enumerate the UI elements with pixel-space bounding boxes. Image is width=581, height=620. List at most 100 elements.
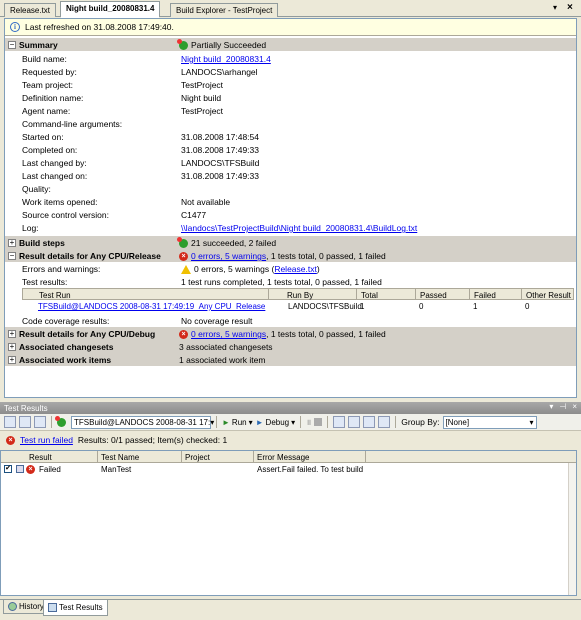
info-icon: i xyxy=(10,22,20,32)
column-header-result[interactable]: Result xyxy=(29,453,52,462)
field-value: 1 test runs completed, 1 tests total, 0 … xyxy=(181,277,382,287)
field-value: TestProject xyxy=(181,106,224,116)
expand-icon[interactable]: + xyxy=(8,239,16,247)
field-label: Last changed on: xyxy=(22,171,88,181)
release-errors-link[interactable]: 0 errors, 5 warnings xyxy=(191,251,266,261)
refresh-text: Last refreshed on 31.08.2008 17:49:40. xyxy=(25,22,174,32)
partial-success-icon xyxy=(177,38,188,50)
work-items-section-header[interactable]: + Associated work items 1 associated wor… xyxy=(5,353,576,366)
row-checkbox[interactable]: ✔ xyxy=(4,465,12,473)
vertical-scrollbar[interactable] xyxy=(568,463,576,595)
field-value: 31.08.2008 17:49:33 xyxy=(181,171,259,181)
test-results-icon xyxy=(48,603,57,612)
pause-icon[interactable]: ॥ xyxy=(306,417,311,428)
close-icon[interactable]: × xyxy=(572,402,577,411)
chevron-down-icon[interactable]: ▾ xyxy=(210,418,214,427)
column-header-total[interactable]: Total xyxy=(361,291,378,300)
test-type-icon xyxy=(16,465,24,473)
work-items-value: 1 associated work item xyxy=(179,355,266,365)
column-header-error-message[interactable]: Error Message xyxy=(257,453,309,462)
column-header-project[interactable]: Project xyxy=(185,453,210,462)
window-icon[interactable] xyxy=(34,416,46,428)
tab-label: History xyxy=(19,602,44,611)
errors-close: ) xyxy=(316,264,320,274)
release-results-section-header[interactable]: − Result details for Any CPU/Release × 0… xyxy=(5,249,576,262)
tab-label: Release.txt xyxy=(10,6,51,15)
field-label: Build name: xyxy=(22,54,67,64)
stop-icon[interactable] xyxy=(314,418,323,426)
tab-test-results[interactable]: Test Results xyxy=(43,600,108,616)
expand-icon[interactable]: + xyxy=(8,330,16,338)
collapse-icon[interactable]: − xyxy=(8,41,16,49)
test-result-row[interactable]: ✔ × Failed ManTest Assert.Fail failed. T… xyxy=(1,463,576,475)
release-txt-link[interactable]: Release.txt xyxy=(274,264,317,274)
tab-night-build[interactable]: Night build_20080831.4 xyxy=(60,1,161,18)
chevron-down-icon[interactable]: ▾ xyxy=(530,418,534,427)
debug-results-summary: × 0 errors, 5 warnings, 1 tests total, 0… xyxy=(179,329,386,339)
test-list-icon[interactable] xyxy=(4,416,16,428)
build-steps-text: 21 succeeded, 2 failed xyxy=(191,238,277,248)
field-label: Last changed by: xyxy=(22,158,87,168)
test-runs-grid-header: Test Run Run By Total Passed Failed Othe… xyxy=(22,288,574,300)
run-button[interactable]: ► Run ▾ xyxy=(222,418,253,427)
warning-icon xyxy=(181,264,191,274)
build-name-link[interactable]: Night build_20080831.4 xyxy=(181,54,271,64)
run-label: Run xyxy=(231,417,247,427)
build-steps-summary: 21 succeeded, 2 failed xyxy=(177,236,277,248)
test-results-toolbar: TFSBuild@LANDOCS 2008-08-31 17: ▾ ► Run ▾ … xyxy=(0,414,581,431)
history-icon xyxy=(8,602,17,611)
collapse-icon[interactable]: − xyxy=(8,252,16,260)
tab-build-explorer[interactable]: Build Explorer - TestProject xyxy=(170,3,279,17)
column-header-test-run[interactable]: Test Run xyxy=(39,291,71,300)
publish-icon[interactable] xyxy=(363,416,376,428)
tab-dropdown-icon[interactable]: ▾ xyxy=(553,3,557,12)
group-by-select[interactable]: [None] ▾ xyxy=(442,415,537,429)
column-header-run-by[interactable]: Run By xyxy=(287,291,313,300)
test-run-failed-link[interactable]: Test run failed xyxy=(20,435,73,445)
error-message-value: Assert.Fail failed. To test build f xyxy=(257,465,364,474)
expand-icon[interactable]: + xyxy=(8,343,16,351)
debug-button[interactable]: ► Debug ▾ xyxy=(256,418,296,427)
group-by-label: Group By: xyxy=(401,417,440,427)
tool-window-tab-strip: History Test Results xyxy=(0,599,581,620)
field-label: Code coverage results: xyxy=(22,316,110,326)
failed-icon: × xyxy=(26,465,35,474)
expand-icon[interactable]: + xyxy=(8,356,16,364)
debug-results-section-header[interactable]: + Result details for Any CPU/Debug × 0 e… xyxy=(5,327,576,340)
window-position-icon[interactable]: ▾ xyxy=(549,402,553,411)
section-title: Associated changesets xyxy=(19,342,114,352)
window-title: Test Results xyxy=(4,403,48,413)
build-steps-section-header[interactable]: + Build steps 21 succeeded, 2 failed xyxy=(5,236,576,249)
changesets-value: 3 associated changesets xyxy=(179,342,273,352)
import-results-icon[interactable] xyxy=(333,416,346,428)
build-log-link[interactable]: \\landocs\TestProjectBuild\Night build_2… xyxy=(181,223,417,233)
column-header-test-name[interactable]: Test Name xyxy=(101,453,139,462)
field-label: Agent name: xyxy=(22,106,71,116)
export-results-icon[interactable] xyxy=(348,416,361,428)
summary-section-header[interactable]: − Summary Partially Succeeded xyxy=(5,38,576,51)
run-details-icon[interactable] xyxy=(378,416,391,428)
debug-errors-link[interactable]: 0 errors, 5 warnings xyxy=(191,329,266,339)
group-tree-icon[interactable] xyxy=(19,416,31,428)
test-name-value: ManTest xyxy=(101,465,132,474)
test-run-link[interactable]: TFSBuild@LANDOCS 2008-08-31 17:49:19_Any… xyxy=(38,302,265,311)
debug-summary-text: , 1 tests total, 0 passed, 1 failed xyxy=(266,329,386,339)
auto-hide-pin-icon[interactable]: ⊣ xyxy=(559,402,566,411)
field-label: Definition name: xyxy=(22,93,84,103)
test-run-status-bar: × Test run failed Results: 0/1 passed; I… xyxy=(0,433,581,447)
test-run-row[interactable]: TFSBuild@LANDOCS 2008-08-31 17:49:19_Any… xyxy=(22,300,574,312)
tab-label: Build Explorer - TestProject xyxy=(176,6,273,15)
status-text: Partially Succeeded xyxy=(191,40,267,50)
tab-release-txt[interactable]: Release.txt xyxy=(4,3,57,17)
column-header-other-result[interactable]: Other Result xyxy=(526,291,571,300)
release-summary-text: , 1 tests total, 0 passed, 1 failed xyxy=(266,251,386,261)
run-icon: ► xyxy=(222,417,230,427)
column-header-passed[interactable]: Passed xyxy=(420,291,447,300)
tab-history[interactable]: History xyxy=(3,600,49,614)
close-icon[interactable]: × xyxy=(567,2,573,13)
error-icon: × xyxy=(179,251,188,261)
test-run-combo[interactable]: TFSBuild@LANDOCS 2008-08-31 17: ▾ xyxy=(71,415,214,429)
debug-icon: ► xyxy=(255,417,264,427)
changesets-section-header[interactable]: + Associated changesets 3 associated cha… xyxy=(5,340,576,353)
column-header-failed[interactable]: Failed xyxy=(474,291,496,300)
